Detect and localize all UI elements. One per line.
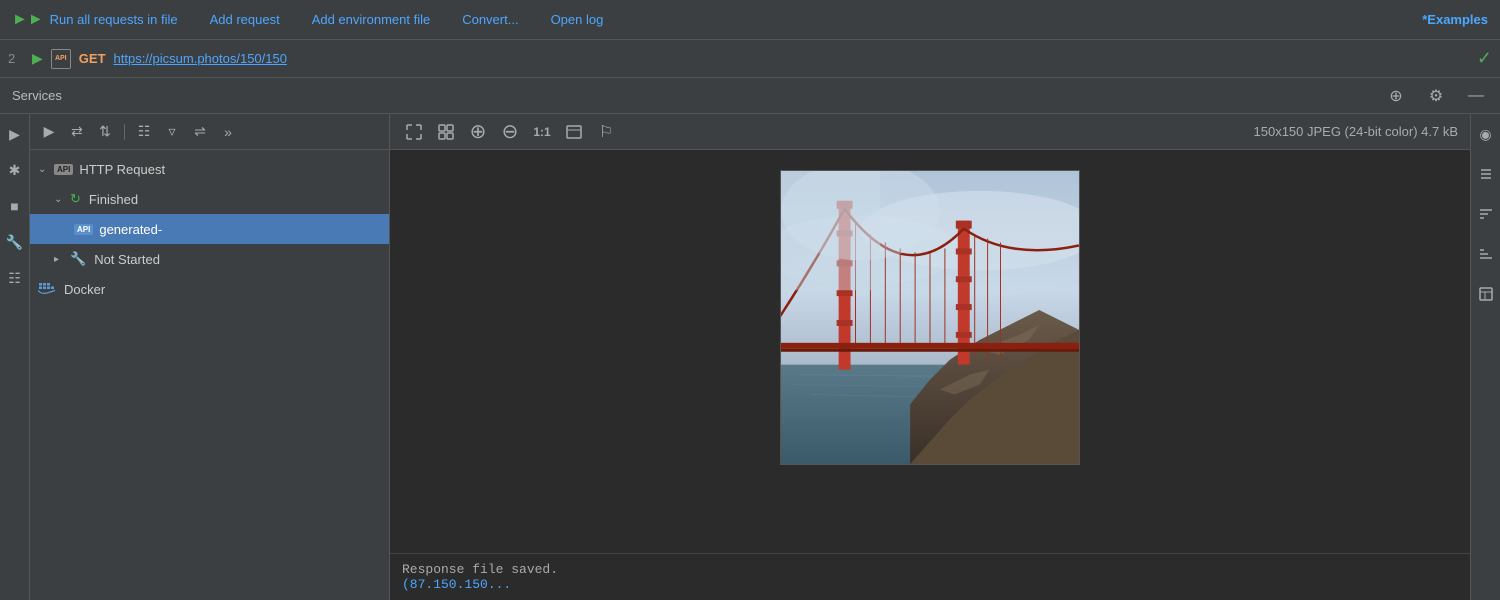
examples-button[interactable]: *Examples — [1422, 12, 1488, 27]
table-icon[interactable] — [1474, 282, 1498, 306]
play-icon[interactable]: ▶ — [3, 122, 27, 146]
http-request-label: HTTP Request — [79, 162, 165, 177]
api-badge-generated: API — [74, 224, 93, 235]
actual-size-button[interactable]: 1:1 — [530, 120, 554, 144]
toolbar-divider — [124, 124, 125, 140]
bottom-status: Response file saved. (87.150.150... — [390, 553, 1470, 600]
add-env-button[interactable]: Add environment file — [312, 12, 431, 27]
run-request-button[interactable]: ▶ — [32, 50, 43, 67]
services-icon-group: ⊕ ⚙ — — [1384, 84, 1488, 108]
fit-window-button[interactable] — [562, 120, 586, 144]
image-display-area — [390, 150, 1470, 553]
services-tree-panel: ▶ ⇄ ⇅ ☷ ▿ ⇌ » ⌄ API HTTP Request ⌄ ↻ Fin… — [30, 114, 390, 600]
refresh-icon: ↻ — [70, 191, 81, 207]
api-badge-http: API — [54, 164, 73, 175]
add-env-label: Add environment file — [312, 12, 431, 27]
settings-button[interactable]: ⚙ — [1424, 84, 1448, 108]
zoom-in-button[interactable]: ⊕ — [466, 120, 490, 144]
collapse-all-button[interactable]: ⇄ — [66, 121, 88, 143]
more-button[interactable]: » — [217, 121, 239, 143]
main-content: ▶ ✱ ■ 🔧 ☷ ▶ ⇄ ⇅ ☷ ▿ ⇌ » ⌄ API HTTP Reque… — [0, 114, 1500, 600]
tree-toolbar: ▶ ⇄ ⇅ ☷ ▿ ⇌ » — [30, 114, 389, 150]
request-bar: 2 ▶ API GET https://picsum.photos/150/15… — [0, 40, 1500, 78]
tree-item-finished[interactable]: ⌄ ↻ Finished — [30, 184, 389, 214]
open-log-button[interactable]: Open log — [551, 12, 604, 27]
not-started-label: Not Started — [94, 252, 160, 267]
services-title: Services — [12, 88, 1384, 103]
minimize-button[interactable]: — — [1464, 84, 1488, 108]
grid-view-button[interactable] — [434, 120, 458, 144]
wrench-icon-not-started: 🔧 — [70, 251, 86, 267]
generated-label: generated- — [99, 222, 162, 237]
open-log-label: Open log — [551, 12, 604, 27]
filter-button[interactable]: ▿ — [161, 121, 183, 143]
zoom-out-button[interactable]: ⊖ — [498, 120, 522, 144]
play-tree-button[interactable]: ▶ — [38, 121, 60, 143]
eye-icon[interactable]: ◉ — [1474, 122, 1498, 146]
asterisk-icon[interactable]: ✱ — [3, 158, 27, 182]
saved-status: Response file saved. — [402, 562, 558, 577]
double-arrow-icon: ►► — [12, 11, 44, 29]
add-service-button[interactable]: ⊕ — [1384, 84, 1408, 108]
checkmark-icon: ✓ — [1477, 48, 1492, 69]
sort-asc-icon[interactable] — [1474, 242, 1498, 266]
left-sidebar-icons: ▶ ✱ ■ 🔧 ☷ — [0, 114, 30, 600]
run-all-button[interactable]: ►► Run all requests in file — [12, 11, 178, 29]
wrench-icon-left[interactable]: 🔧 — [3, 230, 27, 254]
image-toolbar: ⊕ ⊖ 1:1 ⚐ 150x150 JPEG (24-bit color) 4.… — [390, 114, 1470, 150]
right-panel: ⊕ ⊖ 1:1 ⚐ 150x150 JPEG (24-bit color) 4.… — [390, 114, 1470, 600]
chevron-icon: ⌄ — [38, 164, 50, 175]
http-method-label: GET — [79, 51, 106, 66]
tree-items-container: ⌄ API HTTP Request ⌄ ↻ Finished API gene… — [30, 150, 389, 600]
stop-icon[interactable]: ■ — [3, 194, 27, 218]
chevron-icon-finished: ⌄ — [54, 194, 66, 205]
eyedropper-button[interactable]: ⚐ — [594, 120, 618, 144]
url-status: (87.150.150... — [402, 577, 511, 592]
request-number: 2 — [8, 51, 24, 66]
sort-desc-icon[interactable] — [1474, 202, 1498, 226]
finished-label: Finished — [89, 192, 138, 207]
add-request-label: Add request — [210, 12, 280, 27]
grid-icon[interactable]: ☷ — [3, 266, 27, 290]
tree-item-http-request[interactable]: ⌄ API HTTP Request — [30, 154, 389, 184]
list-icon[interactable] — [1474, 162, 1498, 186]
services-bar: Services ⊕ ⚙ — — [0, 78, 1500, 114]
convert-label: Convert... — [462, 12, 518, 27]
request-type-icon: API — [51, 49, 71, 69]
sort-button[interactable]: ⇌ — [189, 121, 211, 143]
request-url[interactable]: https://picsum.photos/150/150 — [114, 51, 287, 66]
docker-label: Docker — [64, 282, 105, 297]
fit-screen-button[interactable] — [402, 120, 426, 144]
add-request-button[interactable]: Add request — [210, 12, 280, 27]
expand-all-button[interactable]: ⇅ — [94, 121, 116, 143]
top-toolbar: ►► Run all requests in file Add request … — [0, 0, 1500, 40]
docker-icon — [38, 282, 56, 296]
tree-item-not-started[interactable]: ▸ 🔧 Not Started — [30, 244, 389, 274]
response-image — [780, 170, 1080, 465]
right-sidebar-icons: ◉ — [1470, 114, 1500, 600]
run-all-label: Run all requests in file — [50, 12, 178, 27]
examples-label: *Examples — [1422, 12, 1488, 27]
tree-item-docker[interactable]: Docker — [30, 274, 389, 304]
convert-button[interactable]: Convert... — [462, 12, 518, 27]
group-button[interactable]: ☷ — [133, 121, 155, 143]
tree-item-generated[interactable]: API generated- — [30, 214, 389, 244]
image-info: 150x150 JPEG (24-bit color) 4.7 kB — [1254, 124, 1459, 139]
chevron-icon-not-started: ▸ — [54, 254, 66, 265]
